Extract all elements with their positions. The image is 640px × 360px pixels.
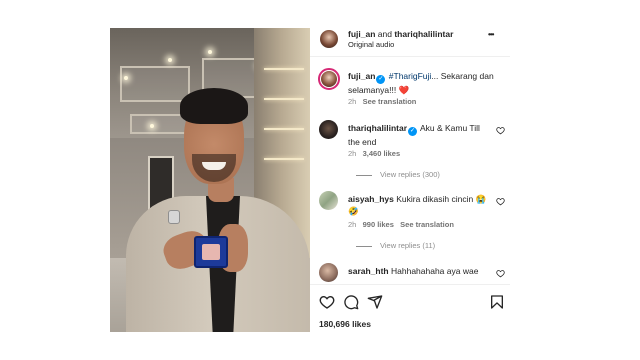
header-avatar[interactable]: [320, 30, 338, 48]
red-heart-emoji: ❤️: [398, 85, 410, 95]
comment-time: 2h: [348, 149, 357, 158]
comment-text: thariqhalilintar ✓ Aku & Kamu Till the en…: [348, 122, 488, 148]
comment-text-part1: Hahhahahaha aya wae: [391, 266, 479, 276]
comment-time: 2h: [348, 220, 357, 229]
photo-watch: [168, 210, 180, 224]
comment-see-translation[interactable]: See translation: [400, 220, 454, 229]
caption-text-part1: ... Sekarang dan: [431, 71, 494, 81]
view-replies-button[interactable]: View replies (11): [356, 241, 435, 250]
caption-username[interactable]: fuji_an: [348, 71, 375, 81]
verified-icon: ✓: [408, 127, 418, 136]
caption-hashtag[interactable]: #TharigFuji: [389, 71, 432, 81]
bookmark-icon[interactable]: [489, 294, 505, 310]
heart-icon[interactable]: [319, 294, 335, 310]
laughing-emoji: 🤣: [348, 206, 359, 216]
comment-avatar[interactable]: [319, 263, 338, 282]
comment-meta: 2h 990 likes See translation: [348, 220, 454, 229]
caption-time: 2h: [348, 97, 357, 106]
comment-likes[interactable]: 990 likes: [363, 220, 394, 229]
comment-likes[interactable]: 3,460 likes: [363, 149, 401, 158]
view-replies-label[interactable]: View replies (11): [380, 241, 435, 250]
comment-text: sarah_hth Hahhahahaha aya wae: [348, 265, 493, 277]
comment-text-part2: the end: [348, 137, 377, 147]
caption-avatar[interactable]: [318, 68, 340, 90]
crying-emoji: 😭: [475, 194, 487, 204]
comment-avatar[interactable]: [319, 120, 338, 139]
comment-username[interactable]: aisyah_hys: [348, 194, 394, 204]
view-replies-label[interactable]: View replies (300): [380, 170, 440, 179]
view-replies-line: [356, 245, 372, 247]
photo-chandelier: [264, 98, 304, 100]
photo-ceiling-panel: [120, 66, 190, 102]
send-icon[interactable]: [367, 294, 383, 310]
caption-avatar-image: [321, 71, 337, 87]
comment-text-part1: Kukira dikasih cincin: [396, 194, 474, 204]
caption-text-part2: selamanya!!!: [348, 85, 397, 95]
post-header-authors: fuji_an and thariqhalilintar: [348, 28, 488, 40]
comment-meta: 2h 3,460 likes: [348, 149, 400, 158]
and-text: and: [377, 29, 392, 39]
comment-username[interactable]: thariqhalilintar: [348, 123, 407, 133]
photo-chandelier: [264, 158, 304, 160]
comment-text: aisyah_hys Kukira dikasih cincin 😭 🤣: [348, 193, 493, 217]
more-options-icon[interactable]: •••: [488, 30, 494, 39]
photo-ceiling-light: [124, 76, 128, 80]
view-replies-button[interactable]: View replies (300): [356, 170, 440, 179]
comments-panel: fuji_an and thariqhalilintar Original au…: [310, 28, 510, 332]
photo-hair: [180, 88, 248, 124]
coauthor-username[interactable]: thariqhalilintar: [394, 29, 453, 39]
photo-ring-box-inner: [202, 244, 220, 260]
comment-avatar[interactable]: [319, 191, 338, 210]
verified-icon: ✓: [376, 75, 386, 84]
comment-like-heart-icon[interactable]: [496, 269, 505, 278]
caption-meta: 2h See translation: [348, 97, 416, 106]
total-likes[interactable]: 180,696 likes: [319, 319, 371, 329]
actions-divider: [310, 284, 510, 285]
photo-ceiling-light: [208, 50, 212, 54]
header-divider: [310, 56, 510, 57]
audio-label[interactable]: Original audio: [348, 40, 394, 49]
comment-like-heart-icon[interactable]: [496, 197, 505, 206]
caption-text: fuji_an ✓ #TharigFuji... Sekarang dan sel…: [348, 70, 508, 96]
instagram-post: fuji_an and thariqhalilintar Original au…: [110, 28, 510, 332]
caption-see-translation[interactable]: See translation: [363, 97, 417, 106]
author-username[interactable]: fuji_an: [348, 29, 375, 39]
comment-like-heart-icon[interactable]: [496, 126, 505, 135]
comment-username[interactable]: sarah_hth: [348, 266, 389, 276]
photo-chandelier: [264, 128, 304, 130]
photo-ceiling-light: [150, 124, 154, 128]
post-photo[interactable]: [110, 28, 310, 332]
comment-clip: sarah_hth Hahhahahaha aya wae: [310, 258, 510, 282]
view-replies-line: [356, 174, 372, 176]
photo-chandelier: [264, 68, 304, 70]
photo-ring-box: [194, 236, 228, 268]
comment-text-part1: Aku & Kamu Till: [419, 123, 480, 133]
comment-icon[interactable]: [343, 294, 359, 310]
photo-ceiling-light: [168, 58, 172, 62]
